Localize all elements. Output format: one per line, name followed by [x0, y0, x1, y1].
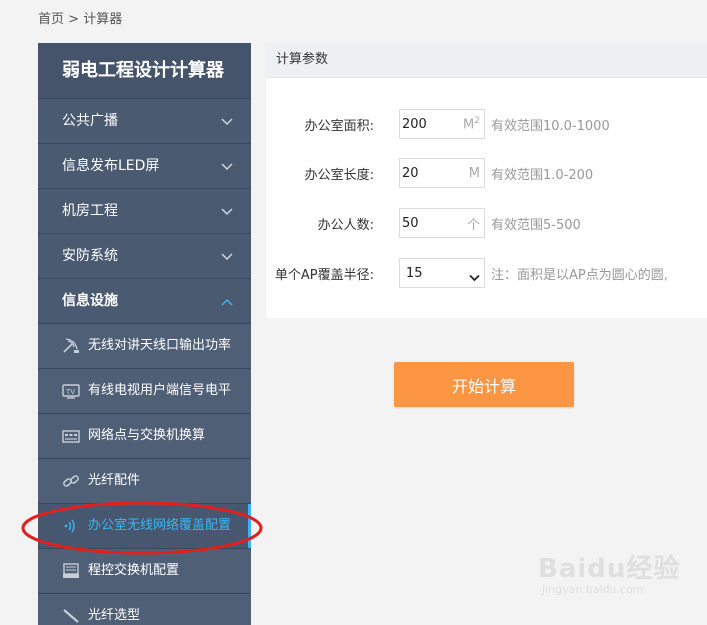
sidebar-subitem-label: 办公室无线网络覆盖配置 [88, 518, 232, 533]
field-label-radius: 单个AP覆盖半径: [274, 267, 374, 283]
sidebar-subitem-label: 光纤配件 [88, 473, 141, 488]
chevron-down-icon [221, 99, 233, 143]
area-hint: 有效范围10.0-1000 [491, 118, 610, 134]
radius-value: 15 [406, 265, 423, 281]
link-icon [62, 472, 80, 490]
breadcrumb-separator: > [68, 12, 80, 27]
sidebar-subitem-wireless-intercom[interactable]: 无线对讲天线口输出功率 [38, 324, 251, 369]
field-label-area: 办公室面积: [304, 118, 374, 134]
field-row-people: 办公人数: 50 个 有效范围5-500 [266, 207, 707, 239]
sidebar-item-label: 公共广播 [62, 113, 118, 129]
sidebar: 弱电工程设计计算器 公共广播 信息发布LED屏 机房工程 安防系统 信息设施 无… [38, 43, 251, 625]
field-label-length: 办公室长度: [304, 167, 374, 183]
field-row-area: 办公室面积: 200 M2 有效范围10.0-1000 [266, 108, 707, 140]
sidebar-item-led-screen[interactable]: 信息发布LED屏 [38, 144, 251, 189]
field-row-radius: 单个AP覆盖半径: 15 注：面积是以AP点为圆心的圆, [266, 257, 707, 289]
sidebar-item-label: 信息发布LED屏 [62, 158, 160, 174]
breadcrumb-home[interactable]: 首页 [38, 12, 64, 27]
wireless-antenna-icon [62, 337, 80, 355]
panel-title: 计算参数 [266, 43, 707, 78]
watermark-brand: Baidu经验 [538, 554, 681, 584]
switch-icon [62, 427, 80, 445]
people-hint: 有效范围5-500 [491, 217, 581, 233]
sidebar-subitem-fiber-accessories[interactable]: 光纤配件 [38, 459, 251, 504]
chevron-down-icon [221, 189, 233, 233]
sidebar-subitem-label: 无线对讲天线口输出功率 [88, 338, 232, 353]
area-unit: M2 [463, 115, 480, 133]
sidebar-subitem-label: 程控交换机配置 [88, 563, 180, 578]
sidebar-item-label: 信息设施 [62, 293, 118, 309]
sidebar-subitem-office-wifi[interactable]: 办公室无线网络覆盖配置 [38, 504, 251, 549]
area-input[interactable]: 200 M2 [399, 109, 485, 139]
svg-text:TV: TV [65, 388, 75, 396]
sidebar-subitem-label: 有线电视用户端信号电平 [88, 383, 232, 398]
watermark-domain: jingyan.baidu.com [542, 583, 644, 596]
sidebar-subitem-label: 网络点与交换机换算 [88, 428, 206, 443]
sidebar-item-label: 安防系统 [62, 248, 118, 264]
chevron-down-icon [221, 234, 233, 278]
sidebar-title: 弱电工程设计计算器 [38, 43, 251, 99]
sidebar-item-server-room[interactable]: 机房工程 [38, 189, 251, 234]
length-input[interactable]: 20 M [399, 158, 485, 188]
radius-select[interactable]: 15 [399, 258, 485, 288]
people-unit: 个 [466, 217, 480, 233]
calc-params-panel: 计算参数 办公室面积: 200 M2 有效范围10.0-1000 办公室长度: … [266, 43, 707, 318]
breadcrumb-current: 计算器 [83, 12, 123, 27]
sidebar-item-info-facilities[interactable]: 信息设施 [38, 279, 251, 324]
people-value: 50 [402, 215, 419, 231]
sidebar-subitem-pbx[interactable]: 程控交换机配置 [38, 549, 251, 594]
sidebar-subitem-label: 光纤选型 [88, 608, 141, 623]
sidebar-subitem-fiber-selection[interactable]: 光纤选型 [38, 594, 251, 625]
chevron-down-icon [221, 144, 233, 188]
length-hint: 有效范围1.0-200 [491, 167, 594, 183]
sidebar-item-label: 机房工程 [62, 203, 118, 219]
wifi-signal-icon [62, 517, 80, 535]
chevron-up-icon [221, 279, 233, 323]
radius-hint: 注：面积是以AP点为圆心的圆, [491, 267, 668, 283]
sidebar-item-public-broadcast[interactable]: 公共广播 [38, 99, 251, 144]
breadcrumb: 首页 > 计算器 [38, 8, 122, 27]
pbx-icon [62, 562, 80, 580]
length-value: 20 [402, 165, 419, 181]
field-row-length: 办公室长度: 20 M 有效范围1.0-200 [266, 157, 707, 189]
sidebar-item-security-system[interactable]: 安防系统 [38, 234, 251, 279]
fiber-icon [62, 607, 80, 625]
sidebar-subitem-cable-tv[interactable]: TV 有线电视用户端信号电平 [38, 369, 251, 414]
length-unit: M [468, 165, 480, 181]
start-calc-button[interactable]: 开始计算 [394, 362, 574, 407]
field-label-people: 办公人数: [317, 217, 374, 233]
tv-icon: TV [62, 382, 80, 400]
people-input[interactable]: 50 个 [399, 208, 485, 238]
area-value: 200 [402, 116, 427, 132]
sidebar-subitem-network-switch[interactable]: 网络点与交换机换算 [38, 414, 251, 459]
baidu-watermark: Baidu经验 jingyan.baidu.com [538, 548, 680, 596]
